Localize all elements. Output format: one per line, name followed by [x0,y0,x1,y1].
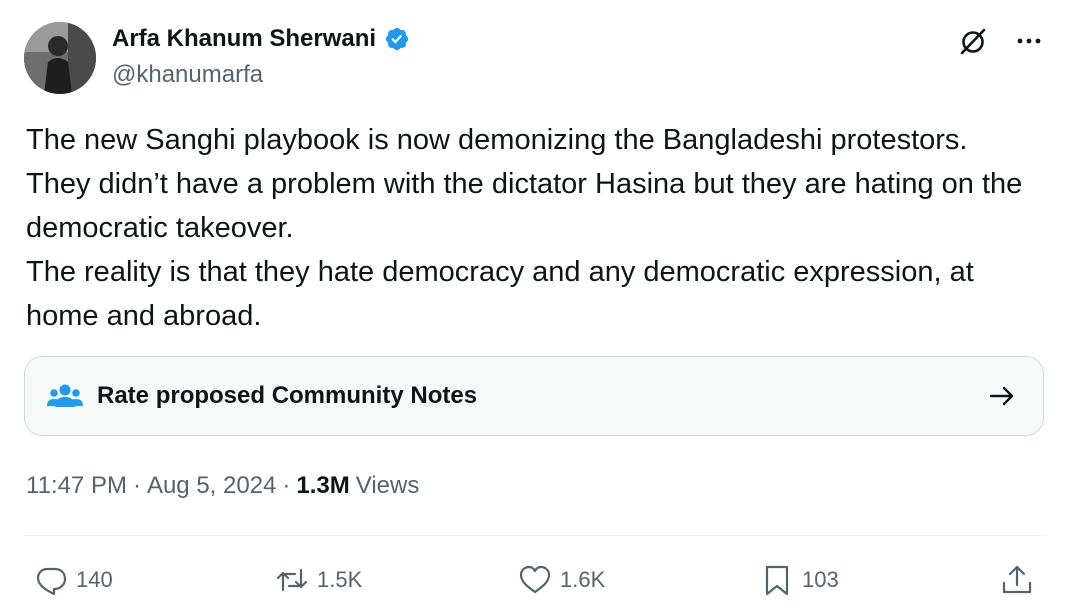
share-icon [1002,565,1032,594]
reply-icon [36,567,67,596]
tweet-meta: 11:47 PM · Aug 5, 2024 · 1.3M Views [26,470,419,502]
tweet-date[interactable]: Aug 5, 2024 [147,470,276,502]
bookmark-icon [765,565,789,596]
top-actions [956,24,1046,58]
repost-button[interactable]: 1.5K [275,558,362,602]
views-label: Views [355,472,420,499]
avatar[interactable] [24,22,96,94]
bookmark-button[interactable]: 103 [760,558,839,602]
more-options-icon[interactable] [1012,24,1046,58]
bookmark-count: 103 [802,567,839,592]
reply-button[interactable]: 140 [34,558,113,602]
like-button[interactable]: 1.6K [518,558,605,602]
tweet-text: The new Sanghi playbook is now demonizin… [26,124,1023,332]
avatar-photo [24,22,96,94]
arrow-right-icon [989,386,1014,406]
share-button[interactable] [1000,558,1034,602]
author-handle[interactable]: @khanumarfa [112,60,263,90]
action-bar: 140 1.5K 1.6K 103 [0,558,1070,602]
verified-badge-icon[interactable] [384,26,410,52]
tweet-time[interactable]: 11:47 PM [26,470,127,502]
meta-separator: · [282,472,291,499]
repost-count: 1.5K [317,567,363,592]
meta-separator: · [132,472,141,499]
like-count: 1.6K [560,567,606,592]
author-display-name[interactable]: Arfa Khanum Sherwani [112,24,376,54]
community-notes-label: Rate proposed Community Notes [97,382,478,409]
grok-icon[interactable] [956,24,990,58]
reply-count: 140 [76,567,113,592]
views-count: 1.3M [296,472,350,499]
repost-icon [276,568,308,592]
community-notes-button[interactable]: Rate proposed Community Notes [24,356,1044,436]
people-icon [47,384,83,407]
divider [24,535,1046,536]
author-name-row: Arfa Khanum Sherwani [112,24,410,54]
heart-icon [519,565,551,594]
